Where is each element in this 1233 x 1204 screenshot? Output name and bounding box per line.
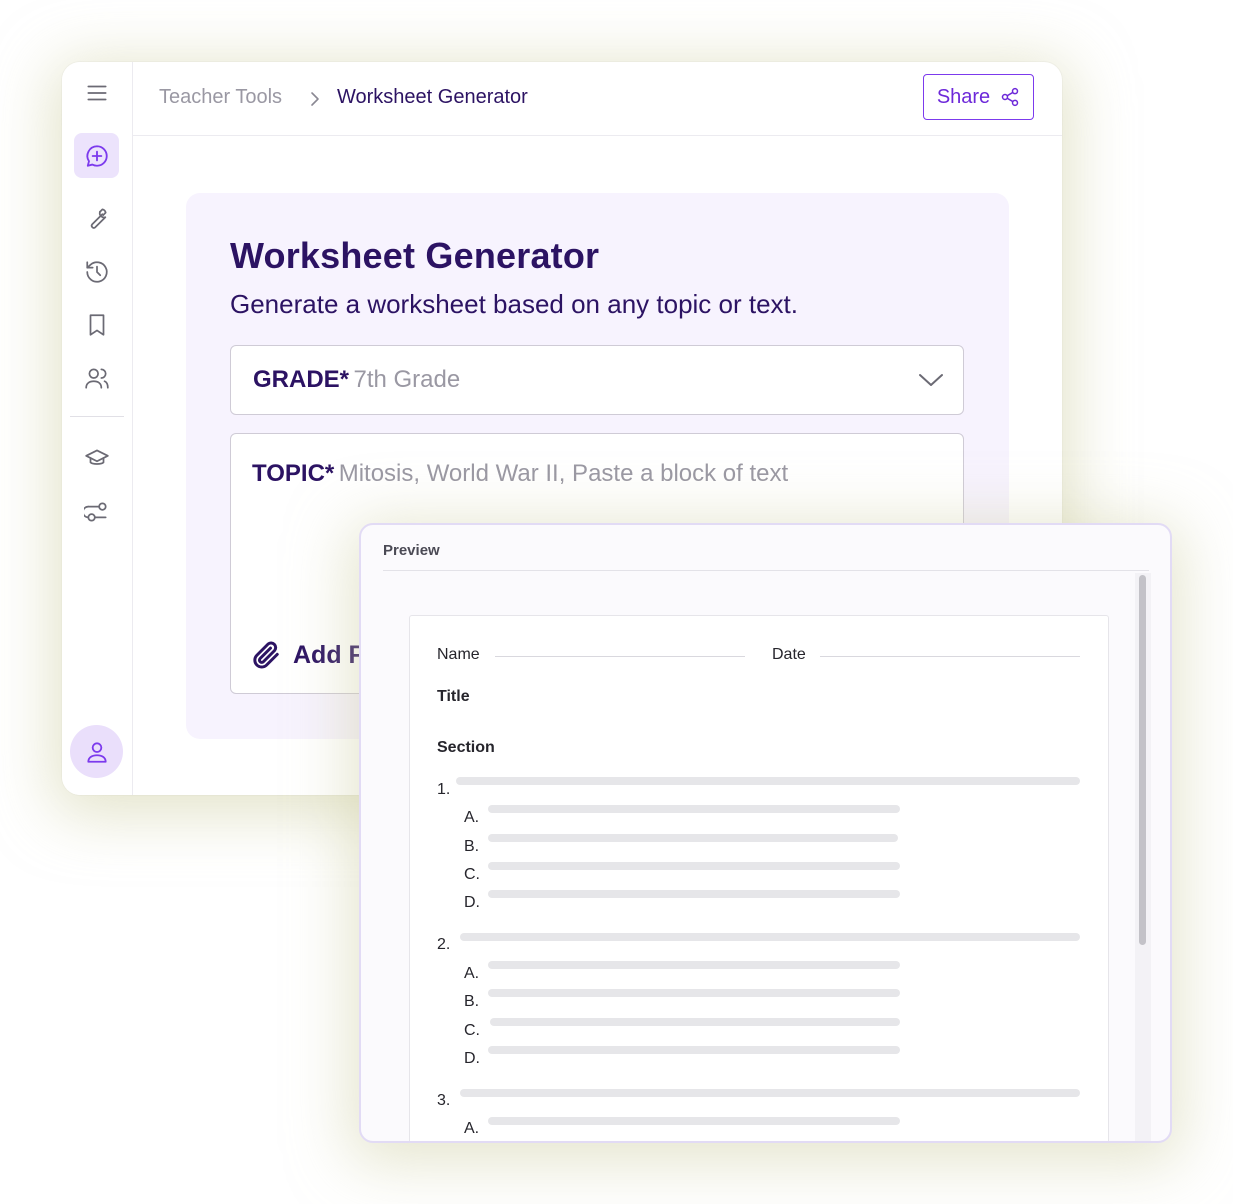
option-placeholder bbox=[488, 862, 900, 870]
name-line bbox=[495, 656, 745, 657]
breadcrumb-current: Worksheet Generator bbox=[337, 86, 528, 108]
share-button[interactable]: Share bbox=[923, 74, 1034, 120]
grade-value: 7th Grade bbox=[353, 366, 461, 393]
preview-divider bbox=[383, 570, 1149, 571]
option-placeholder bbox=[488, 1117, 900, 1125]
new-chat-icon[interactable] bbox=[74, 133, 119, 178]
worksheet-section: Section bbox=[437, 739, 495, 756]
question-number: 2. bbox=[437, 936, 451, 953]
option-label: A. bbox=[464, 965, 480, 982]
option-placeholder bbox=[488, 834, 898, 842]
preview-panel: Preview Name Date Title Section 1. A. B.… bbox=[359, 523, 1172, 1143]
option-label: B. bbox=[464, 838, 480, 855]
name-label: Name bbox=[437, 646, 480, 663]
topic-placeholder: Mitosis, World War II, Paste a block of … bbox=[338, 460, 789, 487]
history-icon[interactable] bbox=[74, 249, 119, 294]
share-icon bbox=[1001, 87, 1019, 107]
page-title: Worksheet Generator bbox=[230, 235, 600, 276]
option-label: D. bbox=[464, 1050, 480, 1067]
question-number: 1. bbox=[437, 781, 451, 798]
chevron-down-icon[interactable] bbox=[917, 368, 945, 392]
question-placeholder bbox=[460, 1089, 1080, 1097]
add-file-label: Add F bbox=[293, 640, 364, 669]
worksheet-title: Title bbox=[437, 688, 470, 705]
topbar: Teacher Tools Worksheet Generator Share bbox=[133, 62, 1062, 136]
share-button-label: Share bbox=[936, 85, 991, 108]
grade-select[interactable]: GRADE* 7th Grade bbox=[230, 345, 964, 415]
chevron-right-icon bbox=[311, 92, 319, 106]
date-label: Date bbox=[772, 646, 806, 663]
preview-header: Preview bbox=[383, 542, 440, 559]
users-icon[interactable] bbox=[74, 355, 119, 400]
option-placeholder bbox=[490, 1018, 900, 1026]
option-label: A. bbox=[464, 1120, 480, 1137]
breadcrumb-root[interactable]: Teacher Tools bbox=[159, 86, 282, 109]
avatar[interactable] bbox=[70, 725, 123, 778]
option-placeholder bbox=[488, 1046, 900, 1054]
question-number: 3. bbox=[437, 1092, 451, 1109]
option-placeholder bbox=[488, 890, 900, 898]
option-placeholder bbox=[488, 989, 900, 997]
option-label: A. bbox=[464, 809, 480, 826]
sidebar bbox=[62, 62, 133, 795]
user-icon bbox=[86, 741, 107, 763]
scrollbar-thumb[interactable] bbox=[1139, 575, 1146, 945]
worksheet-preview: Name Date Title Section 1. A. B. C. D. 2… bbox=[409, 615, 1109, 1141]
paperclip-icon bbox=[253, 641, 279, 669]
graduation-cap-icon[interactable] bbox=[74, 435, 119, 480]
question-placeholder bbox=[460, 933, 1080, 941]
page-subtitle: Generate a worksheet based on any topic … bbox=[230, 289, 799, 319]
option-label: C. bbox=[464, 1022, 480, 1039]
date-line bbox=[820, 656, 1080, 657]
question-placeholder bbox=[456, 777, 1080, 785]
option-label: D. bbox=[464, 894, 480, 911]
option-label: C. bbox=[464, 866, 480, 883]
integrations-icon[interactable] bbox=[74, 489, 119, 534]
option-label: B. bbox=[464, 993, 480, 1010]
sidebar-divider bbox=[70, 416, 124, 417]
grade-label: GRADE* bbox=[253, 366, 350, 393]
menu-icon[interactable] bbox=[74, 70, 119, 115]
option-placeholder bbox=[488, 961, 900, 969]
wrench-icon[interactable] bbox=[74, 195, 119, 240]
option-placeholder bbox=[488, 805, 900, 813]
bookmark-icon[interactable] bbox=[74, 302, 119, 347]
topic-label: TOPIC* bbox=[252, 460, 335, 487]
add-file-button[interactable]: Add F bbox=[251, 640, 364, 670]
